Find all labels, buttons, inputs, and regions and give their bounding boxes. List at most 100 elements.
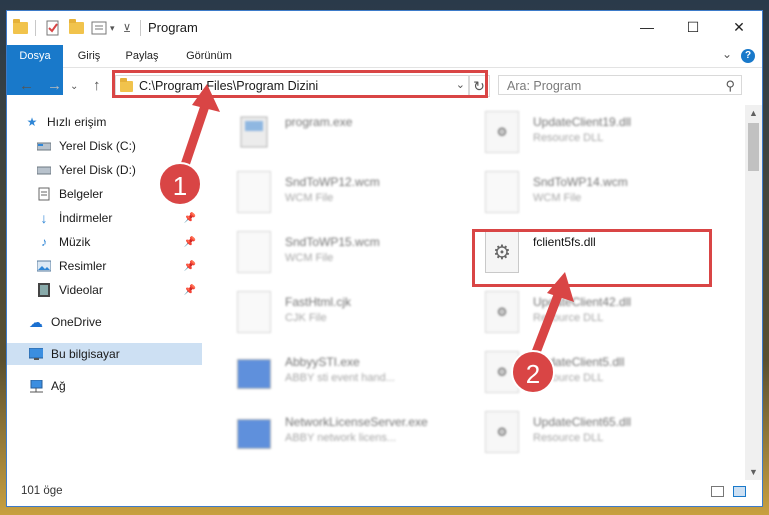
sidebar-item-onedrive[interactable]: ☁ OneDrive xyxy=(29,311,224,333)
file-type: ABBY sti event hand... xyxy=(285,372,395,384)
view-options-icon[interactable] xyxy=(91,19,109,37)
tab-paylas[interactable]: Paylaş xyxy=(117,45,167,67)
file-item[interactable]: ⚙ UpdateClient65.dll Resource DLL xyxy=(477,407,707,457)
title-bar: ▾ ⊻ Program — ☐ ✕ xyxy=(7,11,762,45)
gear-icon: ⚙ xyxy=(485,411,519,453)
pin-icon[interactable]: 📌 xyxy=(184,261,196,272)
vertical-scrollbar[interactable]: ▲ ▼ xyxy=(745,105,762,480)
file-type: WCM File xyxy=(533,192,582,204)
video-icon xyxy=(37,283,51,297)
network-icon xyxy=(29,379,43,393)
file-name: FastHtml.cjk xyxy=(285,295,351,309)
sidebar-item-downloads[interactable]: ↓ İndirmeler 📌 xyxy=(37,207,202,229)
file-type: WCM File xyxy=(285,252,334,264)
sidebar-item-disk-d[interactable]: Yerel Disk (D:) xyxy=(37,159,232,181)
file-type: Resource DLL xyxy=(533,132,604,144)
file-name: SndToWP12.wcm xyxy=(285,175,380,189)
address-bar[interactable]: C:\Program Files\Program Dizini ⌄ xyxy=(115,75,470,97)
back-arrow-icon[interactable]: ← xyxy=(19,77,34,94)
properties-icon[interactable] xyxy=(45,19,61,37)
forward-arrow-icon[interactable]: → xyxy=(47,77,62,94)
file-item[interactable]: FastHtml.cjk CJK File xyxy=(229,287,459,337)
file-icon xyxy=(485,171,519,213)
recent-locations-icon[interactable]: ⌄ xyxy=(70,81,78,92)
file-type: WCM File xyxy=(285,192,334,204)
sidebar-item-label: Bu bilgisayar xyxy=(51,347,120,361)
sidebar-item-label: Ağ xyxy=(51,379,66,393)
help-icon[interactable]: ? xyxy=(741,49,755,63)
cloud-icon: ☁ xyxy=(29,313,43,330)
large-icons-view-icon[interactable] xyxy=(733,486,746,497)
sidebar-item-disk-c[interactable]: Yerel Disk (C:) xyxy=(37,135,232,157)
navigation-bar: ← → ⌄ ↑ C:\Program Files\Program Dizini … xyxy=(7,69,762,103)
star-icon: ★ xyxy=(26,115,38,129)
file-name: UpdateClient19.dll xyxy=(533,115,632,129)
file-type: Resource DLL xyxy=(533,312,604,324)
sidebar-item-label: Müzik xyxy=(59,235,91,249)
file-name: UpdateClient42.dll xyxy=(533,295,632,309)
file-item[interactable]: ⚙ UpdateClient19.dll Resource DLL xyxy=(477,107,707,157)
close-button[interactable]: ✕ xyxy=(716,11,762,43)
maximize-button[interactable]: ☐ xyxy=(670,11,716,43)
drive-icon xyxy=(37,163,51,177)
file-name: NetworkLicenseServer.exe xyxy=(285,415,428,429)
status-bar: 101 öge xyxy=(7,478,762,506)
file-item[interactable]: SndToWP14.wcm WCM File xyxy=(477,167,707,217)
item-count: 101 öge xyxy=(21,485,63,497)
app-icon xyxy=(237,359,271,389)
navigation-pane: ★ Hızlı erişim Yerel Disk (C:) Yerel Dis… xyxy=(7,105,207,475)
customize-toolbar-icon[interactable]: ⊻ xyxy=(123,19,131,37)
sidebar-item-label: OneDrive xyxy=(51,315,102,329)
computer-icon xyxy=(29,347,43,361)
file-type: ABBY network licens... xyxy=(285,432,397,444)
file-item-fclient5fs[interactable]: ⚙ fclient5fs.dll xyxy=(477,227,707,277)
sidebar-item-quick-access[interactable]: ★ Hızlı erişim xyxy=(25,111,220,133)
sidebar-item-label: Resimler xyxy=(59,259,107,273)
gear-icon: ⚙ xyxy=(485,111,519,153)
sidebar-item-this-pc[interactable]: Bu bilgisayar xyxy=(7,343,202,365)
folder-icon xyxy=(120,77,133,92)
file-icon xyxy=(237,171,271,213)
up-arrow-icon[interactable]: ↑ xyxy=(93,77,101,94)
ribbon-tabs: Dosya Giriş Paylaş Görünüm ⌄ ? xyxy=(7,45,762,95)
scroll-thumb[interactable] xyxy=(748,123,759,171)
file-item[interactable]: program.exe xyxy=(229,107,459,157)
minimize-button[interactable]: — xyxy=(624,11,670,43)
scroll-up-icon[interactable]: ▲ xyxy=(745,105,762,121)
sidebar-item-label: İndirmeler xyxy=(59,211,113,225)
file-type: Resource DLL xyxy=(533,432,604,444)
exe-icon xyxy=(237,111,271,153)
file-item[interactable]: NetworkLicenseServer.exe ABBY network li… xyxy=(229,407,459,457)
pin-icon[interactable]: 📌 xyxy=(184,237,196,248)
sidebar-item-network[interactable]: Ağ xyxy=(29,375,224,397)
new-folder-icon[interactable] xyxy=(69,19,84,37)
sidebar-item-music[interactable]: ♪ Müzik 📌 xyxy=(37,231,202,253)
chevron-down-icon[interactable]: ⌄ xyxy=(722,47,732,61)
details-view-icon[interactable] xyxy=(711,486,724,497)
pin-icon[interactable]: 📌 xyxy=(184,213,196,224)
pin-icon[interactable]: 📌 xyxy=(184,285,196,296)
chevron-down-icon[interactable]: ▾ xyxy=(110,19,115,37)
search-input[interactable]: Ara: Program ⚲ xyxy=(498,75,742,95)
sidebar-item-pictures[interactable]: Resimler 📌 xyxy=(37,255,202,277)
chevron-down-icon[interactable]: ⌄ xyxy=(456,78,465,91)
sidebar-item-label: Yerel Disk (C:) xyxy=(59,139,136,153)
file-name: UpdateClient65.dll xyxy=(533,415,632,429)
sidebar-item-label: Belgeler xyxy=(59,187,104,201)
file-item[interactable]: SndToWP12.wcm WCM File xyxy=(229,167,459,217)
file-item[interactable]: SndToWP15.wcm WCM File xyxy=(229,227,459,277)
tab-gorunum[interactable]: Görünüm xyxy=(177,45,241,67)
step-2-badge: 2 xyxy=(511,350,555,394)
file-type: CJK File xyxy=(285,312,327,324)
file-list: program.exe SndToWP12.wcm WCM File SndTo… xyxy=(217,105,737,475)
sidebar-item-videos[interactable]: Videolar 📌 xyxy=(37,279,202,301)
sidebar-item-documents[interactable]: Belgeler xyxy=(37,183,232,205)
folder-icon xyxy=(13,19,28,37)
refresh-button[interactable]: ↻ xyxy=(468,75,490,97)
document-icon xyxy=(37,187,51,201)
file-item[interactable]: ⚙ UpdateClient42.dll Resource DLL xyxy=(477,287,707,337)
file-item[interactable]: AbbyySTI.exe ABBY sti event hand... xyxy=(229,347,459,397)
download-icon: ↓ xyxy=(40,210,48,226)
tab-giris[interactable]: Giriş xyxy=(65,45,113,67)
step-1-badge: 1 xyxy=(158,162,202,206)
